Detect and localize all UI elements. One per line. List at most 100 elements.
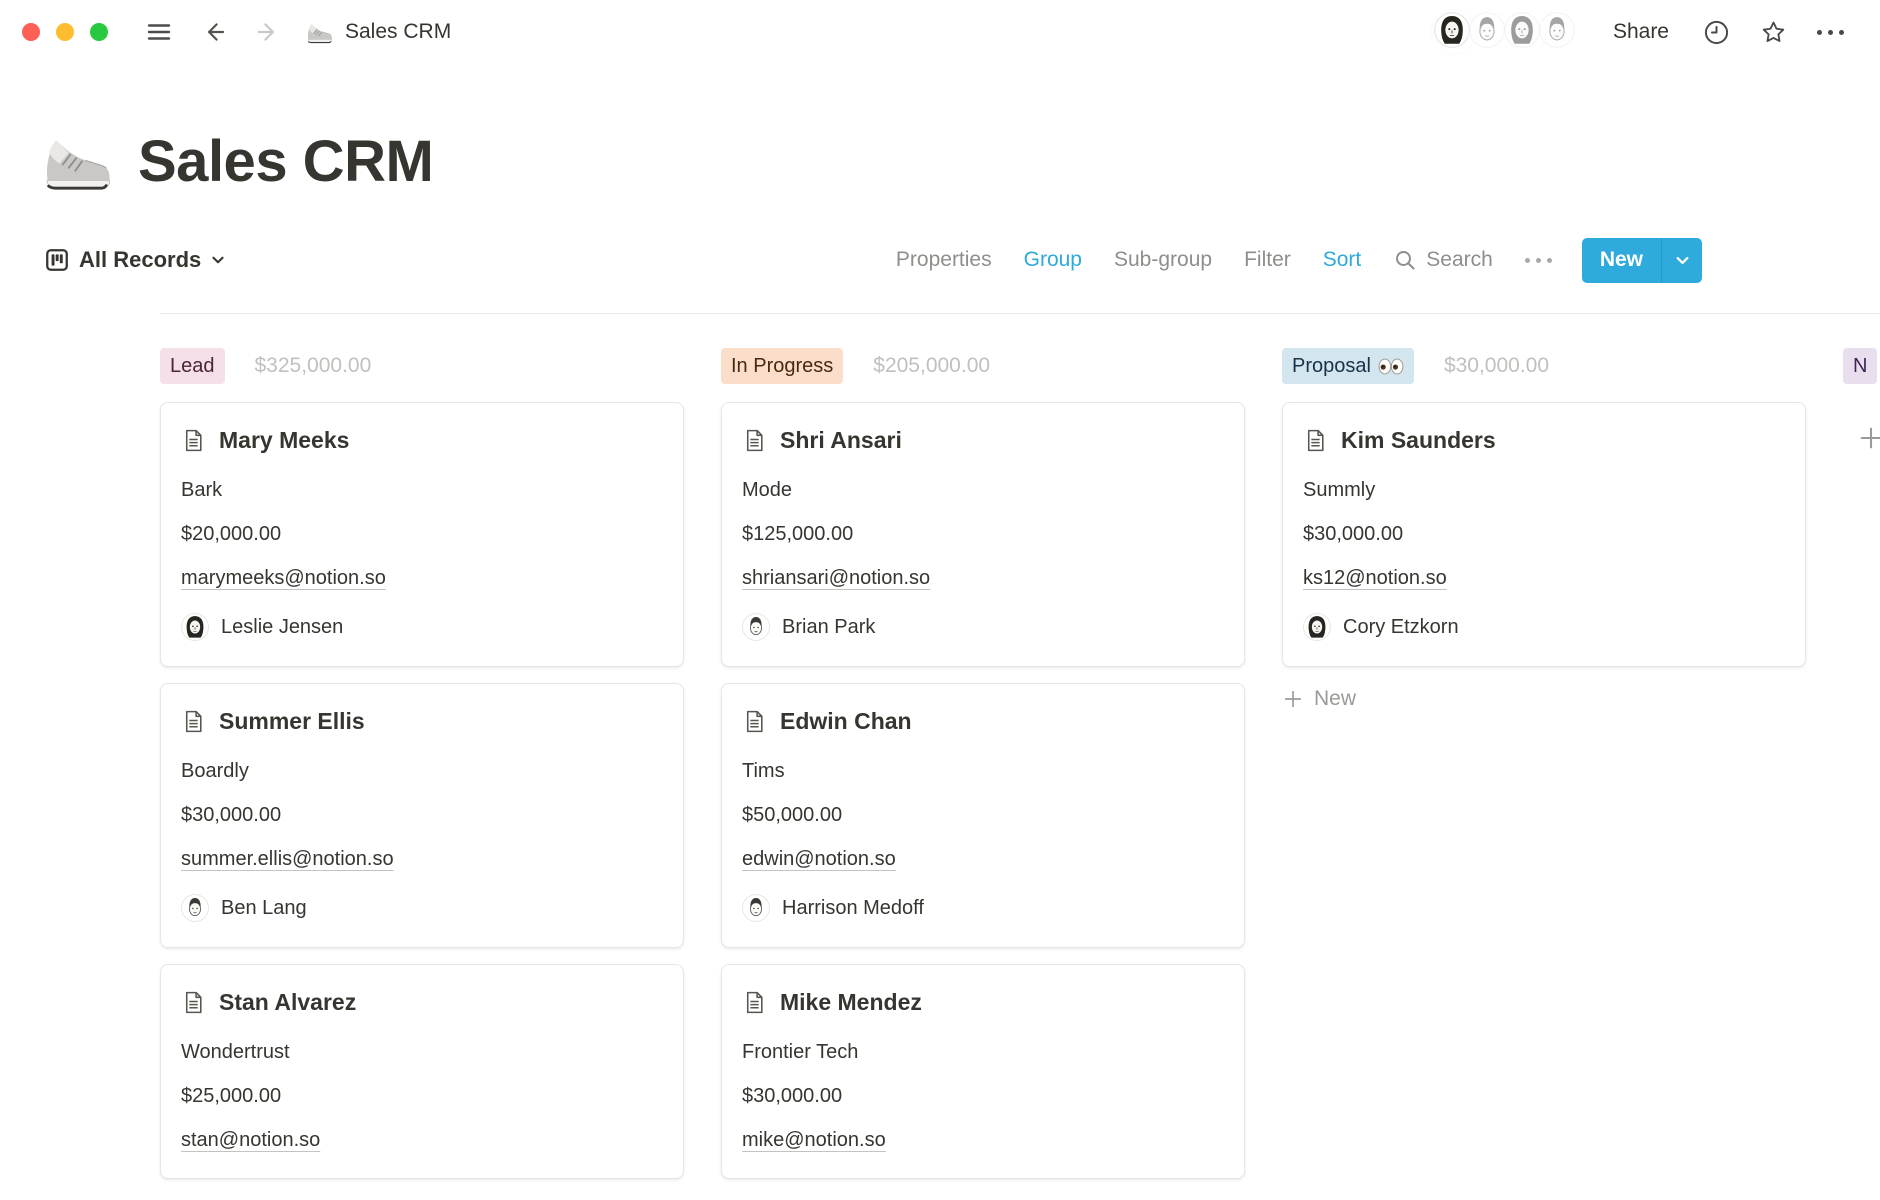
card-title: Summer Ellis [219, 708, 365, 735]
card-company: Wondertrust [181, 1038, 663, 1066]
close-window-button[interactable] [22, 23, 40, 41]
column-badge[interactable]: Lead [160, 348, 225, 384]
minimize-window-button[interactable] [56, 23, 74, 41]
card-title: Shri Ansari [780, 427, 902, 454]
card-amount: $20,000.00 [181, 520, 663, 548]
avatar [1537, 10, 1581, 54]
breadcrumb[interactable]: Sales CRM [306, 20, 451, 45]
toolbar-divider [160, 313, 1880, 314]
card-title: Mike Mendez [780, 989, 922, 1016]
chevron-down-icon [1674, 252, 1691, 269]
card-amount: $50,000.00 [742, 801, 1224, 829]
view-switcher[interactable]: All Records [44, 247, 226, 273]
card-person: Cory Etzkorn [1303, 612, 1785, 642]
card-title: Stan Alvarez [219, 989, 356, 1016]
column-badge[interactable]: N [1843, 348, 1877, 384]
plus-icon [1282, 688, 1304, 710]
card-person: Ben Lang [181, 893, 663, 923]
new-button-label[interactable]: New [1582, 238, 1661, 283]
page-icon [181, 428, 206, 453]
add-card-button[interactable]: New [1282, 683, 1806, 715]
card-amount: $30,000.00 [181, 801, 663, 829]
more-options-icon[interactable] [1817, 30, 1844, 35]
board-column-lead: Lead $325,000.00 Mary Meeks Bark $20,000… [160, 348, 684, 1195]
window-titlebar: Sales CRM Share [0, 0, 1880, 64]
record-card[interactable]: Mike Mendez Frontier Tech $30,000.00 mik… [721, 964, 1245, 1179]
card-person: Leslie Jensen [181, 612, 663, 642]
card-email-link[interactable]: stan@notion.so [181, 1129, 320, 1151]
board-column-proposal: Proposal $30,000.00 Kim Saunders Summly … [1282, 348, 1806, 715]
card-email-link[interactable]: edwin@notion.so [742, 848, 896, 870]
search-button[interactable]: Search [1393, 248, 1493, 272]
zoom-window-button[interactable] [90, 23, 108, 41]
card-email-link[interactable]: mike@notion.so [742, 1129, 886, 1151]
card-amount: $125,000.00 [742, 520, 1224, 548]
record-card[interactable]: Mary Meeks Bark $20,000.00 marymeeks@not… [160, 402, 684, 667]
person-name: Harrison Medoff [782, 897, 924, 920]
hamburger-menu-icon[interactable] [146, 19, 172, 45]
column-sum: $325,000.00 [255, 354, 372, 378]
sneaker-icon [306, 20, 333, 45]
new-record-button[interactable]: New [1582, 238, 1702, 283]
column-badge[interactable]: Proposal [1282, 348, 1414, 384]
page-title[interactable]: Sales CRM [138, 128, 433, 195]
sort-menu-item[interactable]: Sort [1323, 248, 1362, 272]
avatar [742, 894, 770, 922]
card-email-link[interactable]: shriansari@notion.so [742, 567, 930, 589]
card-title: Mary Meeks [219, 427, 349, 454]
presence-avatars[interactable] [1432, 10, 1581, 54]
card-company: Boardly [181, 757, 663, 785]
page-icon [181, 990, 206, 1015]
person-name: Cory Etzkorn [1343, 616, 1459, 639]
page-icon [181, 709, 206, 734]
search-icon [1393, 248, 1417, 272]
view-name: All Records [79, 247, 201, 273]
record-card[interactable]: Stan Alvarez Wondertrust $25,000.00 stan… [160, 964, 684, 1179]
card-email-link[interactable]: marymeeks@notion.so [181, 567, 386, 589]
card-amount: $30,000.00 [1303, 520, 1785, 548]
properties-menu-item[interactable]: Properties [896, 248, 992, 272]
share-button[interactable]: Share [1613, 20, 1669, 44]
traffic-lights [22, 23, 108, 41]
card-amount: $25,000.00 [181, 1082, 663, 1110]
card-email-link[interactable]: summer.ellis@notion.so [181, 848, 394, 870]
view-toolbar: All Records Properties Group Sub-group F… [44, 237, 1702, 283]
add-card-plus-icon[interactable] [1857, 424, 1880, 452]
person-name: Brian Park [782, 616, 875, 639]
group-menu-item[interactable]: Group [1024, 248, 1082, 272]
subgroup-menu-item[interactable]: Sub-group [1114, 248, 1212, 272]
eyes-emoji-icon [1378, 358, 1404, 375]
record-card[interactable]: Kim Saunders Summly $30,000.00 ks12@noti… [1282, 402, 1806, 667]
page-sneaker-icon[interactable] [42, 130, 112, 194]
column-sum: $205,000.00 [873, 354, 990, 378]
updates-clock-icon[interactable] [1703, 19, 1730, 46]
page-icon [742, 428, 767, 453]
avatar [181, 894, 209, 922]
card-person: Harrison Medoff [742, 893, 1224, 923]
card-title: Kim Saunders [1341, 427, 1496, 454]
chevron-down-icon [210, 252, 226, 268]
filter-menu-item[interactable]: Filter [1244, 248, 1291, 272]
record-card[interactable]: Summer Ellis Boardly $30,000.00 summer.e… [160, 683, 684, 948]
page-icon [742, 709, 767, 734]
board-column-in-progress: In Progress $205,000.00 Shri Ansari Mode… [721, 348, 1245, 1195]
column-badge[interactable]: In Progress [721, 348, 843, 384]
avatar [1303, 613, 1331, 641]
board-view-icon [44, 247, 70, 273]
card-company: Mode [742, 476, 1224, 504]
new-button-dropdown[interactable] [1661, 238, 1702, 283]
person-name: Leslie Jensen [221, 616, 343, 639]
card-company: Summly [1303, 476, 1785, 504]
page-icon [742, 990, 767, 1015]
forward-arrow-icon [254, 19, 280, 45]
view-more-icon[interactable] [1525, 258, 1552, 263]
card-email-link[interactable]: ks12@notion.so [1303, 567, 1447, 589]
record-card[interactable]: Shri Ansari Mode $125,000.00 shriansari@… [721, 402, 1245, 667]
favorite-star-icon[interactable] [1760, 19, 1787, 46]
avatar [181, 613, 209, 641]
card-company: Tims [742, 757, 1224, 785]
column-sum: $30,000.00 [1444, 354, 1549, 378]
record-card[interactable]: Edwin Chan Tims $50,000.00 edwin@notion.… [721, 683, 1245, 948]
back-arrow-icon[interactable] [202, 19, 228, 45]
card-company: Bark [181, 476, 663, 504]
